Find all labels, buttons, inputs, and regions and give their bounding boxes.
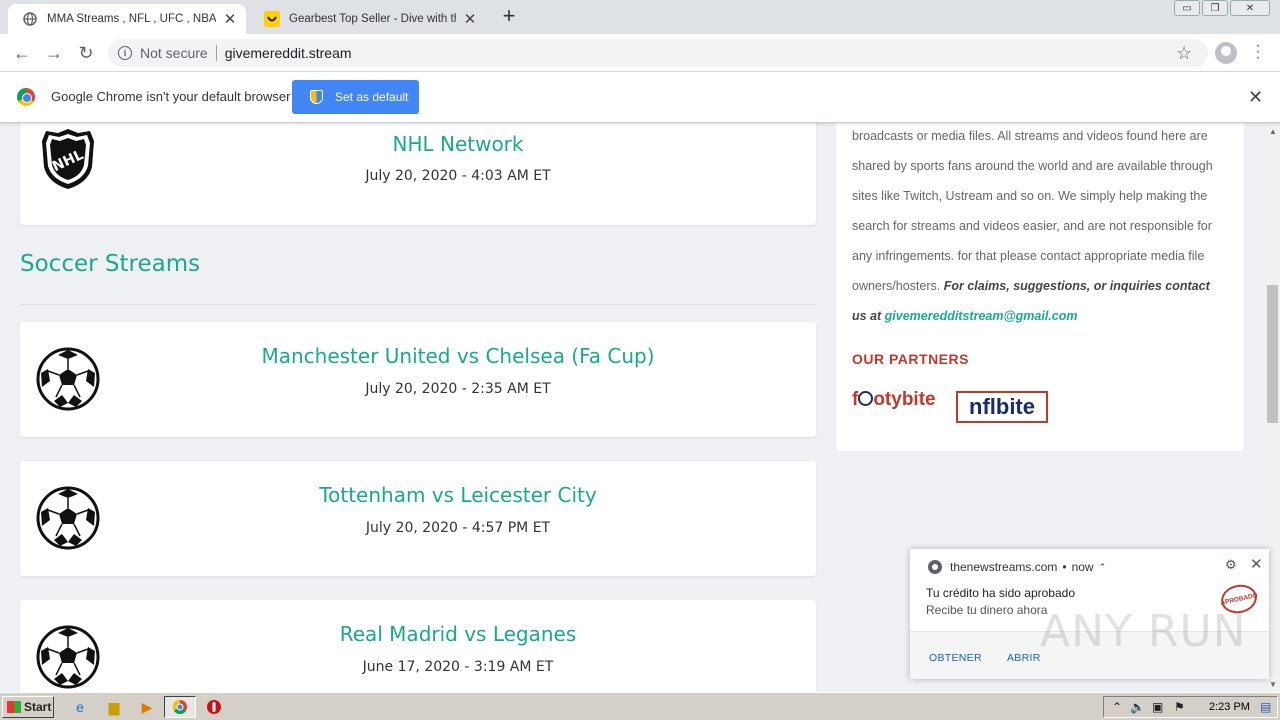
info-icon[interactable]: i [118,46,132,60]
footybite-post: otybite [873,389,936,410]
address-bar[interactable]: i Not secure givemereddit.stream [108,39,1208,67]
disclaimer-line: us at givemeredditstream@gmail.com [852,301,1232,331]
divider [215,45,217,61]
tray-expand-icon[interactable]: ⌃ [1112,700,1122,714]
profile-avatar-icon[interactable] [1215,42,1237,64]
stream-card-match[interactable]: Manchester United vs Chelsea (Fa Cup) Ju… [20,322,816,437]
tab-title: Gearbest Top Seller - Dive with the C [289,13,456,25]
tab-gearbest[interactable]: Gearbest Top Seller - Dive with the C ✕ [250,4,486,34]
stream-title[interactable]: Real Madrid vs Leganes [20,622,896,646]
notification-origin: thenewstreams.com [950,560,1058,574]
notification-title: Tu crédito ha sido aprobado [926,586,1075,600]
folder-icon[interactable]: ▆ [104,697,124,717]
reload-icon[interactable]: ↻ [74,41,98,65]
browser-menu-icon[interactable]: · · · [1250,38,1266,66]
stream-title[interactable]: Tottenham vs Leicester City [20,483,896,507]
disclaimer-text: broadcasts or media files. All streams a… [852,123,1232,331]
close-window-icon[interactable]: ✕ [1230,0,1270,16]
notification-body: Recibe tu dinero ahora [926,603,1048,617]
abrir-button[interactable]: ABRIR [1007,652,1041,664]
notification-close-icon[interactable]: ✕ [1250,555,1263,573]
tab-close-icon[interactable]: ✕ [222,11,238,28]
disclaimer-line: shared by sports fans around the world a… [852,159,1213,173]
volume-icon[interactable]: 🔈 [1130,700,1145,714]
show-desktop-icon[interactable]: ▤ [1260,700,1271,714]
claims-prefix: us at [852,309,882,323]
flag-icon[interactable]: ⚑ [1174,700,1185,714]
chrome-taskbar-icon [170,697,190,717]
stream-title[interactable]: NHL Network [20,132,896,156]
stream-time: July 20, 2020 - 2:35 AM ET [365,381,551,397]
disclaimer-line: owners/hosters. For claims, suggestions,… [852,271,1232,301]
set-as-default-button[interactable]: Set as default [292,80,419,114]
disclaimer-line: sites like Twitch, Ustream and so on. We… [852,189,1208,203]
stream-time: June 17, 2020 - 3:19 AM ET [362,659,554,675]
ie-icon[interactable]: e [70,697,90,717]
globe-icon [22,11,38,27]
obtener-button[interactable]: OBTENER [929,652,982,664]
uac-shield-icon [310,90,323,104]
stream-time: July 20, 2020 - 4:57 PM ET [365,520,551,536]
restore-icon[interactable]: ❐ [1202,0,1228,16]
tab-close-icon[interactable]: ✕ [462,11,478,28]
opera-icon[interactable] [204,697,224,717]
start-button[interactable]: Start [2,696,54,718]
stream-card-match[interactable]: Tottenham vs Leicester City July 20, 202… [20,461,816,576]
media-player-icon[interactable]: ▶ [137,697,157,717]
default-browser-infobar: Google Chrome isn't your default browser… [0,72,1280,123]
scrollbar-thumb[interactable] [1267,285,1278,423]
new-tab-button[interactable]: + [498,5,520,28]
nflbite-logo-link[interactable]: nflbite [956,391,1048,423]
url-text[interactable]: givemereddit.stream [225,45,352,61]
claims-text: For claims, suggestions, or inquiries co… [943,279,1210,293]
scroll-up-icon[interactable]: ▲ [1269,127,1277,136]
windows-taskbar: Start e ▆ ▶ ⌃ 🔈 ▣ ⚑ 2:23 PM ▤ [0,692,1280,720]
stream-card-match[interactable]: Real Madrid vs Leganes June 17, 2020 - 3… [20,600,816,692]
browser-toolbar: ← → ↻ i Not secure givemereddit.stream ☆… [0,34,1280,72]
gearbest-icon [264,11,280,27]
section-title-soccer: Soccer Streams [20,251,201,277]
chrome-logo-icon [17,88,35,106]
footybite-logo-link[interactable]: f otybite [852,389,936,411]
sidebar-about: broadcasts or media files. All streams a… [836,123,1244,451]
disclaimer-line: search for streams and videos easier, an… [852,219,1212,233]
bookmark-star-icon[interactable]: ☆ [1176,43,1192,64]
chrome-small-icon [928,560,942,574]
infobar-close-icon[interactable]: ✕ [1248,87,1263,108]
disclaimer-line: broadcasts or media files. All streams a… [852,129,1208,143]
football-icon [858,391,874,406]
tab-title: MMA Streams , NFL , UFC , NBA , Bo [47,13,216,25]
section-divider [20,304,816,305]
disclaimer-owners: owners/hosters. [852,279,941,293]
scroll-down-icon[interactable]: ▼ [1269,680,1277,689]
start-label: Start [24,700,52,714]
clock[interactable]: 2:23 PM [1209,701,1250,713]
gear-icon[interactable]: ⚙ [1225,557,1237,573]
disclaimer-line: any infringements. for that please conta… [852,249,1205,263]
contact-email-link[interactable]: givemeredditstream@gmail.com [885,309,1078,323]
windows-flag-icon [7,701,21,713]
security-label: Not secure [140,45,208,61]
stream-card-nhl[interactable]: NHL NHL Network July 20, 2020 - 4:03 AM … [20,123,816,225]
notification-source: thenewstreams.com • now ⌃ [928,560,1106,574]
chevron-up-icon[interactable]: ⌃ [1099,562,1107,573]
notification-time: now [1071,560,1094,574]
anyrun-watermark: ANY RUN [1040,606,1247,657]
window-controls: ▭ ❐ ✕ [1172,0,1270,16]
back-icon[interactable]: ← [10,41,34,65]
tab-strip: MMA Streams , NFL , UFC , NBA , Bo ✕ Gea… [0,0,1280,34]
tab-mma-streams[interactable]: MMA Streams , NFL , UFC , NBA , Bo ✕ [8,4,246,34]
network-icon[interactable]: ▣ [1152,700,1163,714]
partners-heading: OUR PARTNERS [852,351,969,367]
minimize-icon[interactable]: ▭ [1174,0,1200,16]
system-tray: ⌃ 🔈 ▣ ⚑ 2:23 PM ▤ [1103,696,1278,718]
stream-time: July 20, 2020 - 4:03 AM ET [365,168,551,184]
set-as-default-label: Set as default [335,90,409,104]
infobar-message: Google Chrome isn't your default browser [51,89,291,104]
stream-title[interactable]: Manchester United vs Chelsea (Fa Cup) [20,344,896,368]
forward-icon[interactable]: → [42,41,66,65]
